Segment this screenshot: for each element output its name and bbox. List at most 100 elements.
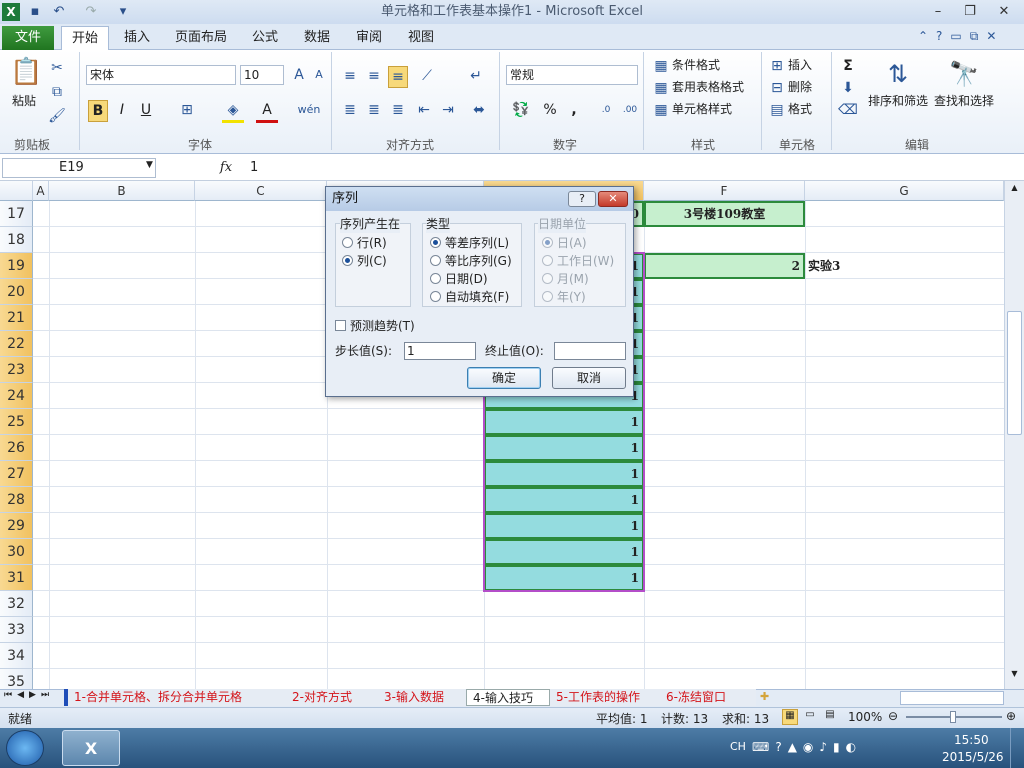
tab-page-layout[interactable]: 页面布局 [168,26,234,50]
sheet-nav-buttons[interactable]: ⏮◀▶⏭ [4,690,54,700]
column-header-A[interactable]: A [33,181,49,201]
checkbox-box[interactable] [335,320,346,331]
tab-home[interactable]: 开始 [61,26,109,51]
insert-sheet-icon[interactable]: ✚ [760,690,769,703]
number-format-box[interactable]: 常规 [506,65,638,85]
horizontal-scrollbar[interactable] [900,691,1004,705]
find-select-button[interactable]: 查找和选择 [934,92,994,110]
radio-circle[interactable] [542,237,553,248]
show-desktop-button[interactable] [1010,728,1024,768]
clock-date[interactable]: 2015/5/26 [942,750,1004,764]
radio-linear[interactable]: 等差序列(L) [430,234,509,252]
save-icon[interactable]: ▪ [26,3,44,21]
name-box-dropdown-icon[interactable]: ▼ [146,160,153,170]
ok-button[interactable]: 确定 [467,367,541,389]
trend-checkbox[interactable]: 预测趋势(T) [335,317,415,335]
radio-circle[interactable] [342,237,353,248]
step-input[interactable]: 1 [404,342,476,360]
increase-decimal-icon[interactable]: .0 [596,100,616,120]
vertical-scrollbar[interactable]: ▲ ▼ [1004,181,1024,689]
undo-icon[interactable]: ↶ [50,3,68,21]
insert-cells-button[interactable]: 插入 [788,56,812,74]
scroll-up-icon[interactable]: ▲ [1007,183,1022,197]
zoom-out-icon[interactable]: ⊖ [888,709,898,723]
align-bottom-icon[interactable]: ≡ [388,66,408,88]
decrease-decimal-icon[interactable]: .00 [620,100,640,120]
row-header-23[interactable]: 23 [0,357,33,383]
row-header-26[interactable]: 26 [0,435,33,461]
cancel-button[interactable]: 取消 [552,367,626,389]
scroll-thumb[interactable] [1007,311,1022,435]
copy-icon[interactable]: ⧉ [48,82,66,102]
align-top-icon[interactable]: ≡ [340,66,360,86]
radio-circle[interactable] [542,273,553,284]
format-cells-button[interactable]: 格式 [788,100,812,118]
cell-styles-button[interactable]: 单元格样式 [672,100,732,118]
radio-year[interactable]: 年(Y) [542,288,586,306]
decrease-indent-icon[interactable]: ⇤ [414,100,434,120]
radio-circle[interactable] [430,273,441,284]
align-middle-icon[interactable]: ≡ [364,66,384,86]
sort-filter-button[interactable]: 排序和筛选 [868,92,928,110]
select-all-corner[interactable] [0,181,33,201]
sheet-tab-4-active[interactable]: 4-输入技巧 [466,689,550,706]
border-icon[interactable]: ⊞ [176,100,198,120]
radio-circle[interactable] [430,291,441,302]
radio-columns[interactable]: 列(C) [342,252,387,270]
row-header-18[interactable]: 18 [0,227,33,253]
radio-circle[interactable] [430,255,441,266]
stop-input[interactable] [554,342,626,360]
tab-data[interactable]: 数据 [296,26,338,50]
row-header-22[interactable]: 22 [0,331,33,357]
cell-f17[interactable]: 3号楼109教室 [644,201,805,227]
font-size-box[interactable]: 10 [240,65,284,85]
row-header-31[interactable]: 31 [0,565,33,591]
row-header-34[interactable]: 34 [0,643,33,669]
redo-icon[interactable]: ↷ [82,3,100,21]
format-painter-icon[interactable]: 🖌 [48,106,66,126]
font-color-icon[interactable]: A [256,100,278,123]
row-header-17[interactable]: 17 [0,201,33,227]
normal-view-icon[interactable]: ▦ [782,709,798,725]
radio-circle[interactable] [342,255,353,266]
customize-qat-icon[interactable]: ▾ [114,3,132,21]
conditional-format-button[interactable]: 条件格式 [672,56,720,74]
zoom-level[interactable]: 100% [848,710,882,724]
shrink-font-icon[interactable]: A [310,65,328,85]
dialog-close-button[interactable]: ✕ [598,191,628,207]
column-header-C[interactable]: C [195,181,327,201]
radio-circle[interactable] [542,255,553,266]
sheet-tab-6[interactable]: 6-冻结窗口 [660,689,756,706]
increase-indent-icon[interactable]: ⇥ [438,100,458,120]
accounting-format-icon[interactable]: 💱 [508,100,534,120]
row-header-30[interactable]: 30 [0,539,33,565]
page-layout-view-icon[interactable]: ▭ [802,709,818,725]
format-as-table-button[interactable]: 套用表格格式 [672,78,744,96]
row-header-28[interactable]: 28 [0,487,33,513]
tray-icons[interactable]: ⌨?▲◉♪▮◐ [752,740,862,754]
zoom-slider-thumb[interactable] [950,711,956,723]
close-button[interactable]: ✕ [990,2,1018,22]
excel-taskbar-button[interactable]: X [62,730,120,766]
tab-insert[interactable]: 插入 [114,26,160,50]
italic-button[interactable]: I [112,100,132,120]
wrap-text-icon[interactable]: ↵ [466,66,486,86]
align-right-icon[interactable]: ≣ [388,100,408,120]
radio-date[interactable]: 日期(D) [430,270,488,288]
formula-input[interactable]: 1 [246,158,1006,178]
radio-autofill[interactable]: 自动填充(F) [430,288,509,306]
clock-time[interactable]: 15:50 [954,733,989,747]
bold-button[interactable]: B [88,100,108,122]
row-header-20[interactable]: 20 [0,279,33,305]
maximize-button[interactable]: ❐ [956,2,984,22]
tab-view[interactable]: 视图 [400,26,442,50]
ribbon-controls[interactable]: ⌃?▭⧉✕ [918,29,1018,47]
grow-font-icon[interactable]: A [290,65,308,85]
tab-formulas[interactable]: 公式 [244,26,286,50]
column-header-G[interactable]: G [805,181,1004,201]
sheet-tab-2[interactable]: 2-对齐方式 [286,689,378,706]
language-indicator[interactable]: CH [730,740,746,753]
cell-f19[interactable]: 2 [644,253,805,279]
autosum-button[interactable]: Σ [838,56,858,76]
dialog-help-button[interactable]: ? [568,191,596,207]
